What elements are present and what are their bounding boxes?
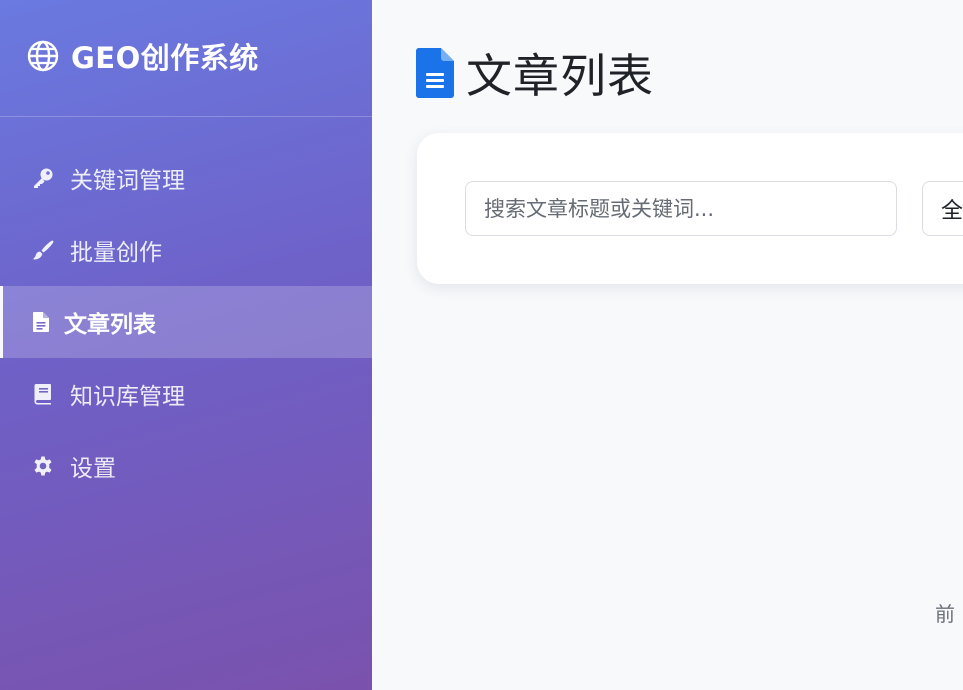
gear-icon <box>30 453 56 479</box>
status-filter-select[interactable]: 全 <box>922 181 963 236</box>
search-input[interactable] <box>465 181 897 236</box>
paintbrush-icon <box>30 237 56 263</box>
sidebar-item-batch-create[interactable]: 批量创作 <box>0 214 372 286</box>
sidebar-divider <box>0 116 372 117</box>
sidebar-item-article-list[interactable]: 文章列表 <box>0 286 372 358</box>
sidebar-item-label: 关键词管理 <box>70 168 185 194</box>
main-content: 文章列表 全 前 <box>372 0 963 690</box>
sidebar-item-keywords[interactable]: 关键词管理 <box>0 142 372 214</box>
brand: GEO创作系统 <box>27 36 259 76</box>
page-title: 文章列表 <box>466 49 654 103</box>
status-filter-value: 全 <box>941 198 963 224</box>
sidebar-item-label: 设置 <box>70 456 116 482</box>
sidebar-item-knowledge-base[interactable]: 知识库管理 <box>0 358 372 430</box>
page-header: 文章列表 <box>416 40 654 106</box>
sidebar-item-settings[interactable]: 设置 <box>0 430 372 502</box>
sidebar: GEO创作系统 关键词管理 批量创作 文章列表 知识库管理 设置 <box>0 0 372 690</box>
globe-icon <box>27 40 59 72</box>
sidebar-item-label: 批量创作 <box>70 240 162 266</box>
book-icon <box>30 381 56 407</box>
app-window: GEO创作系统 关键词管理 批量创作 文章列表 知识库管理 设置 文章列表 搜索… <box>0 0 963 690</box>
brand-title: GEO创作系统 <box>71 41 259 75</box>
sidebar-nav: 关键词管理 批量创作 文章列表 知识库管理 设置 <box>0 142 372 502</box>
file-text-icon <box>28 309 54 335</box>
sidebar-item-label: 知识库管理 <box>70 384 185 410</box>
key-icon <box>30 165 56 191</box>
pagination-prev-text[interactable]: 前 <box>935 598 955 627</box>
filter-card: 全 <box>417 133 963 284</box>
file-text-icon <box>416 48 454 98</box>
sidebar-item-label: 文章列表 <box>64 312 156 338</box>
